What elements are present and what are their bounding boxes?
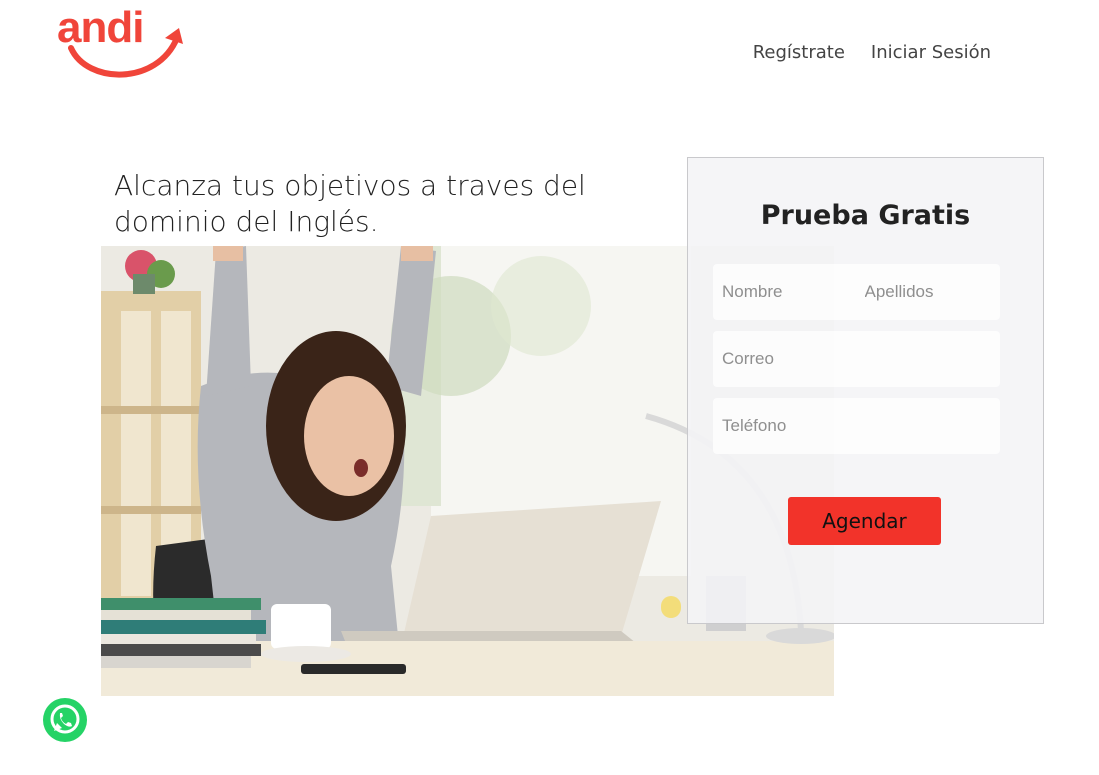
schedule-button[interactable]: Agendar [788,497,941,545]
email-field-wrapper [713,331,1000,387]
logo-smile-arrow-icon [68,28,183,78]
top-nav: Regístrate Iniciar Sesión [753,42,991,63]
last-name-input[interactable] [856,264,1000,320]
brand-logo[interactable]: andi [57,4,187,80]
free-trial-form: Prueba Gratis Agendar [687,157,1044,624]
email-input[interactable] [713,331,1000,387]
phone-input[interactable] [713,398,1000,454]
form-title: Prueba Gratis [760,200,971,231]
name-fields-row [713,264,1000,320]
register-link[interactable]: Regístrate [753,42,845,63]
hero-headline: Alcanza tus objetivos a traves del domin… [114,169,586,238]
whatsapp-icon [43,698,87,742]
whatsapp-button[interactable] [42,697,88,743]
phone-field-wrapper [713,398,1000,454]
first-name-input[interactable] [713,264,857,320]
login-link[interactable]: Iniciar Sesión [871,42,991,63]
